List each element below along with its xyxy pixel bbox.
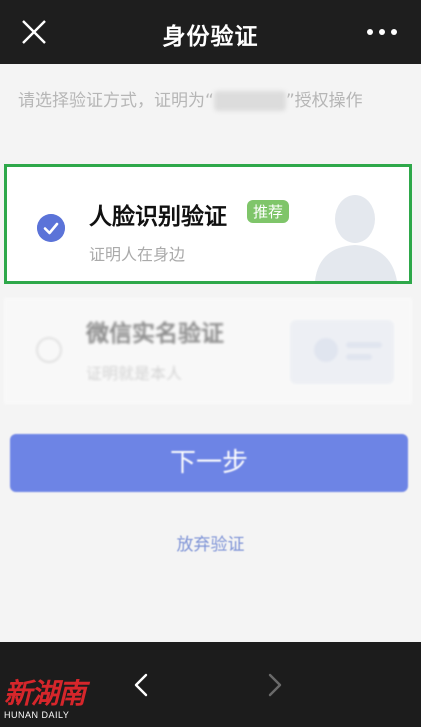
verification-description: 请选择验证方式，证明为“ ”授权操作 xyxy=(18,84,408,118)
option-subtitle: 证明就是本人 xyxy=(86,364,183,383)
radio-button-icon[interactable] xyxy=(36,337,62,363)
next-step-button[interactable]: 下一步 xyxy=(10,434,408,492)
watermark-logo: 新湖南 xyxy=(4,677,86,710)
option-title: 人脸识别验证 xyxy=(89,204,227,230)
watermark-subtitle: HUNAN DAILY xyxy=(4,710,70,720)
id-card-icon xyxy=(290,320,394,384)
description-text-end: ”授权操作 xyxy=(285,91,363,111)
bottom-navigation-bar: 新湖南 HUNAN DAILY xyxy=(0,642,421,727)
option-face-recognition[interactable]: 人脸识别验证 推荐 证明人在身边 xyxy=(4,164,412,284)
option-title: 微信实名验证 xyxy=(86,321,224,347)
hunan-daily-watermark: 新湖南 HUNAN DAILY xyxy=(4,677,88,721)
top-bar: 身份验证 xyxy=(0,0,421,64)
recommended-badge: 推荐 xyxy=(247,200,290,223)
back-arrow-icon[interactable] xyxy=(132,672,150,698)
abandon-verification-link[interactable]: 放弃验证 xyxy=(0,530,421,555)
blurred-name xyxy=(213,91,286,111)
face-portrait-icon xyxy=(315,195,397,281)
option-subtitle: 证明人在身边 xyxy=(89,245,186,264)
description-text-start: 请选择验证方式，证明为“ xyxy=(18,91,214,111)
page-title: 身份验证 xyxy=(162,24,259,50)
check-circle-icon xyxy=(37,214,65,242)
more-icon[interactable] xyxy=(365,22,399,42)
option-wechat-realname[interactable]: 微信实名验证 证明就是本人 xyxy=(4,298,412,404)
forward-arrow-icon[interactable] xyxy=(266,672,284,698)
